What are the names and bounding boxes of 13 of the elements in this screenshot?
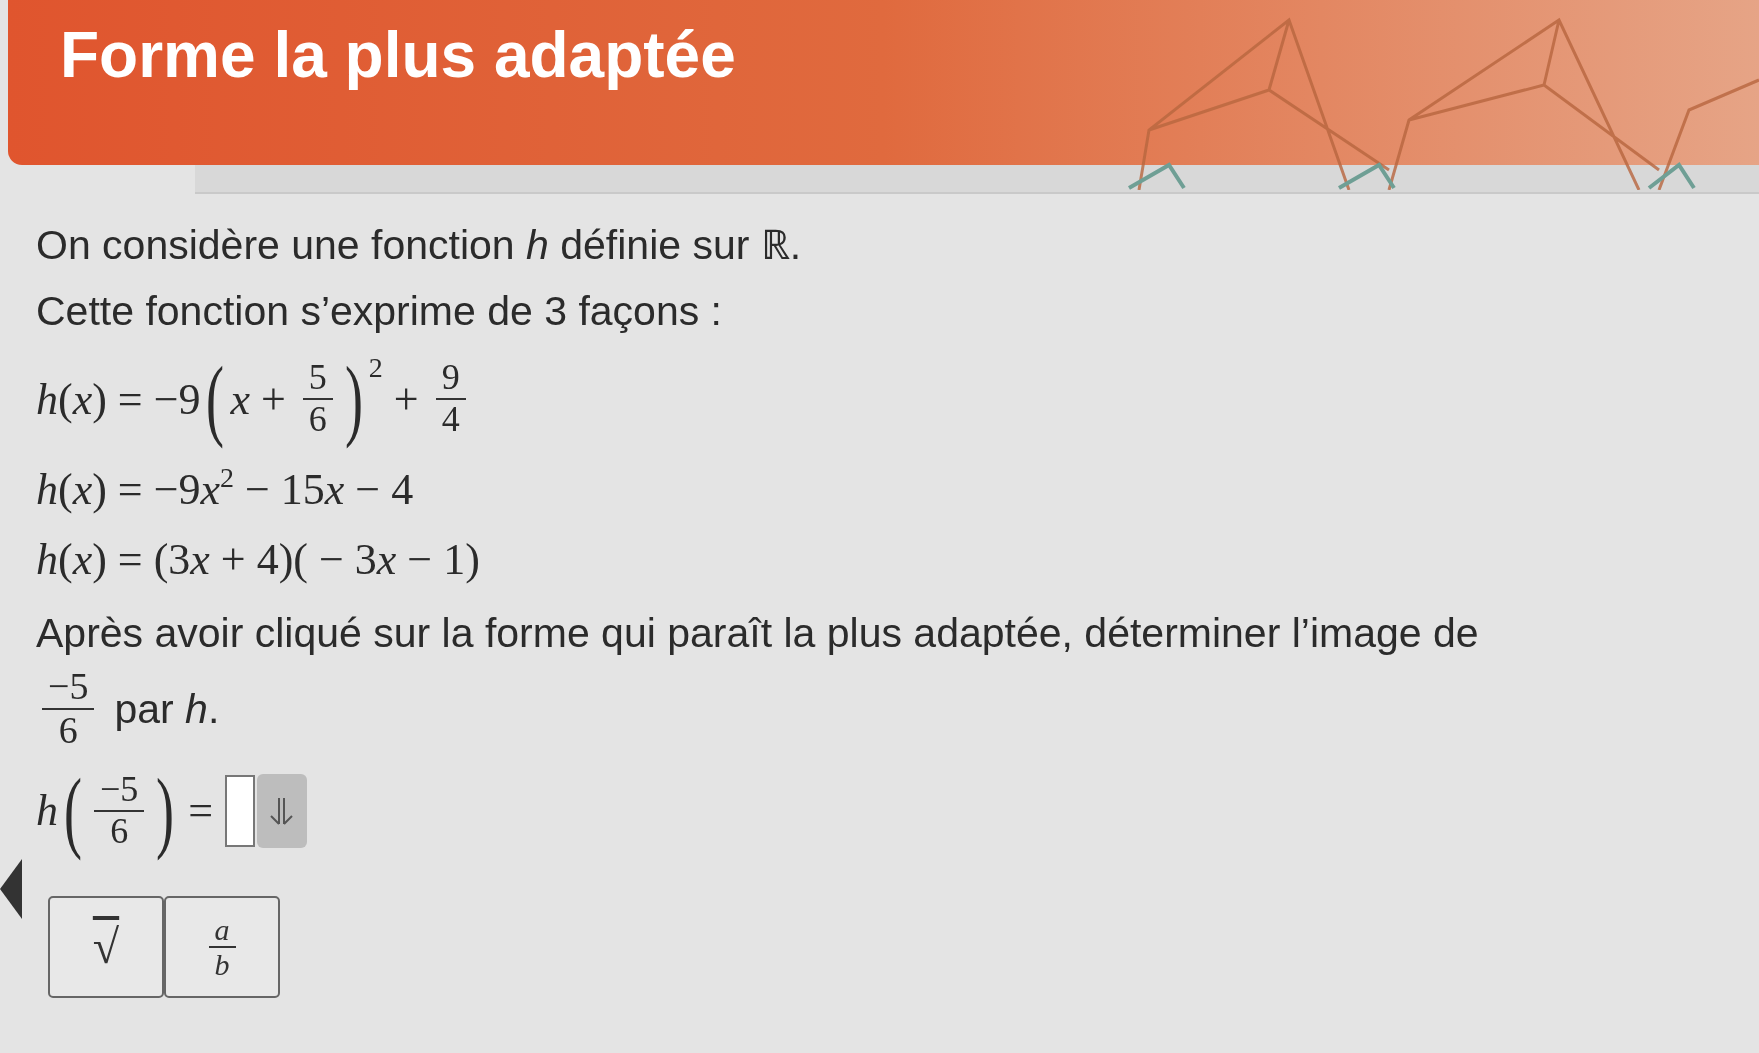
intro-text: On considère une fonction h définie sur ℝ. [36, 221, 803, 270]
fraction-key[interactable]: a b [164, 895, 280, 998]
page-title: Forme la plus adaptée [60, 18, 736, 92]
answer-box[interactable] [225, 774, 256, 847]
dropdown-button[interactable] [257, 773, 308, 848]
square-root-key[interactable]: √ [48, 895, 164, 998]
side-tab-icon[interactable] [0, 859, 22, 919]
fraction: −5 6 [42, 666, 95, 752]
question-text: par h. [114, 684, 220, 734]
formula: h(x) = (3x + 4)( − 3x − 1) [36, 533, 481, 586]
question-text: Après avoir cliqué sur la forme qui paraît la plus adaptée, déterminer l’image de [36, 609, 1480, 658]
formula: h(x) = −9x$^{2}$ − 15x − 4 [36, 461, 415, 516]
intro-text: Cette fonction s’exprime de 3 façons : [36, 287, 723, 336]
